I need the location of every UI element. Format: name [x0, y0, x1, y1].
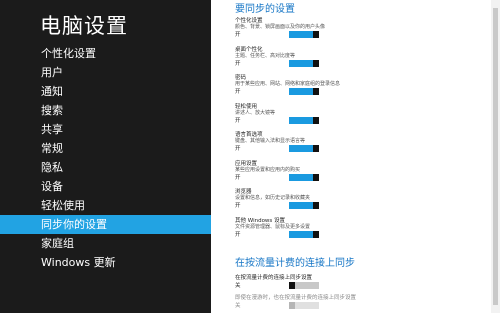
toggle-row: 开: [235, 31, 455, 39]
toggle-row: 开: [235, 202, 455, 210]
toggle-track: [289, 202, 313, 209]
toggle-thumb: [313, 59, 319, 67]
setting-description: 用于某些应用、网站、网络和家庭组的登录信息: [235, 81, 341, 87]
toggle-state-label: 开: [235, 231, 241, 238]
toggle-thumb: [313, 145, 319, 152]
toggle-switch[interactable]: [289, 88, 319, 95]
toggle-track: [289, 88, 313, 95]
toggle-state-label: 关: [235, 303, 241, 309]
toggle-switch[interactable]: [289, 282, 319, 289]
toggle-thumb: [289, 282, 295, 289]
sidebar-item[interactable]: 轻松使用: [0, 196, 211, 215]
sidebar-item[interactable]: 常规: [0, 139, 211, 158]
toggle-row: 关: [235, 282, 455, 290]
setting-item: 应用设置 某些应用设置和应用内的购买开: [235, 161, 455, 182]
toggle-row: 开: [235, 59, 455, 68]
sidebar-item[interactable]: 设备: [0, 177, 211, 196]
setting-description: 颜色、背景、锁屏画面以及你的用户头像: [235, 24, 326, 30]
toggle-state-label: 开: [235, 32, 241, 38]
sidebar-item[interactable]: 搜索: [0, 101, 211, 120]
sidebar: 电脑设置 个性化设置 用户 通知 搜索 共享 常规 隐私 设备 轻松使用 同步你的设置 家庭组 Win…: [0, 0, 211, 313]
toggle-track: [289, 31, 313, 38]
setting-description: 某些应用设置和应用内的购买: [235, 166, 301, 173]
toggle-switch[interactable]: [289, 202, 319, 209]
toggle-state-label: 开: [235, 203, 241, 209]
setting-item: 其他 Windows 设置 文件资源管理器、鼠标及更多设置开: [235, 218, 455, 239]
setting-name: 在按流量计费的连接上同步设置: [235, 275, 313, 281]
sidebar-item[interactable]: Windows 更新: [0, 253, 211, 272]
setting-item: 即使在漫游时，也在按流量计费的连接上同步设置关: [235, 295, 455, 310]
toggle-state-label: 开: [235, 60, 241, 67]
toggle-state-label: 开: [235, 89, 241, 95]
sidebar-item[interactable]: 同步你的设置: [0, 215, 211, 234]
toggle-row: 开: [235, 173, 455, 182]
setting-description: 设置和信息，如历史记录和收藏夹: [235, 195, 311, 201]
toggle-switch[interactable]: [289, 173, 319, 181]
toggle-track: [289, 116, 313, 124]
toggle-track: [295, 282, 319, 289]
setting-item: 在按流量计费的连接上同步设置关: [235, 275, 455, 290]
toggle-state-label: 开: [235, 174, 241, 181]
app-title: 电脑设置: [40, 14, 128, 38]
setting-description: 文件资源管理器、鼠标及更多设置: [235, 223, 311, 230]
section-title-metered: 在按流量计费的连接上同步: [235, 258, 355, 269]
setting-description: 主题、任务栏、高对比度等: [235, 52, 296, 59]
section-title-sync: 要同步的设置: [235, 4, 295, 15]
setting-item: 桌面个性化 主题、任务栏、高对比度等开: [235, 47, 455, 68]
toggle-thumb: [313, 230, 319, 238]
toggle-switch[interactable]: [289, 116, 319, 124]
setting-item: 浏览器 设置和信息，如历史记录和收藏夹开: [235, 189, 455, 210]
toggle-track: [289, 59, 313, 67]
setting-description: 讲述人、放大镜等: [235, 109, 276, 116]
toggle-row: 开: [235, 88, 455, 96]
toggle-thumb: [313, 173, 319, 181]
sidebar-nav: 个性化设置 用户 通知 搜索 共享 常规 隐私 设备 轻松使用 同步你的设置 家庭组 Windows …: [0, 44, 211, 272]
setting-name: 即使在漫游时，也在按流量计费的连接上同步设置: [235, 295, 357, 301]
toggle-thumb: [313, 116, 319, 124]
vertical-scrollbar[interactable]: [491, 0, 500, 313]
setting-item: 个性化设置 颜色、背景、锁屏画面以及你的用户头像开: [235, 18, 455, 39]
toggle-track: [289, 173, 313, 181]
sidebar-item[interactable]: 个性化设置: [0, 44, 211, 63]
toggle-row: 开: [235, 116, 455, 125]
main-content: 要同步的设置 个性化设置 颜色、背景、锁屏画面以及你的用户头像开桌面个性化 主题、任…: [211, 0, 500, 313]
sidebar-item[interactable]: 通知: [0, 82, 211, 101]
toggle-switch[interactable]: [289, 145, 319, 152]
scrollbar-thumb[interactable]: [493, 8, 498, 305]
setting-description: 键盘、其他输入法和显示语言等: [235, 138, 306, 144]
sidebar-item[interactable]: 共享: [0, 120, 211, 139]
toggle-thumb: [313, 202, 319, 209]
toggle-track: [289, 230, 313, 238]
setting-item: 密码 用于某些应用、网站、网络和家庭组的登录信息开: [235, 75, 455, 96]
sidebar-item[interactable]: 家庭组: [0, 234, 211, 253]
toggle-row: 开: [235, 230, 455, 239]
toggle-thumb: [289, 302, 295, 309]
toggle-switch[interactable]: [289, 59, 319, 67]
setting-item: 语言首选项 键盘、其他输入法和显示语言等开: [235, 132, 455, 153]
toggle-switch[interactable]: [289, 31, 319, 38]
toggle-state-label: 开: [235, 117, 241, 124]
toggle-row: 关: [235, 302, 455, 310]
toggle-track: [295, 302, 319, 309]
toggle-track: [289, 145, 313, 152]
toggle-row: 开: [235, 145, 455, 153]
toggle-thumb: [313, 31, 319, 38]
toggle-state-label: 关: [235, 283, 241, 289]
toggle-state-label: 开: [235, 146, 241, 152]
sidebar-item[interactable]: 用户: [0, 63, 211, 82]
sidebar-item[interactable]: 隐私: [0, 158, 211, 177]
toggle-thumb: [313, 88, 319, 95]
toggle-switch: [289, 302, 319, 309]
setting-item: 轻松使用 讲述人、放大镜等开: [235, 104, 455, 125]
toggle-switch[interactable]: [289, 230, 319, 238]
